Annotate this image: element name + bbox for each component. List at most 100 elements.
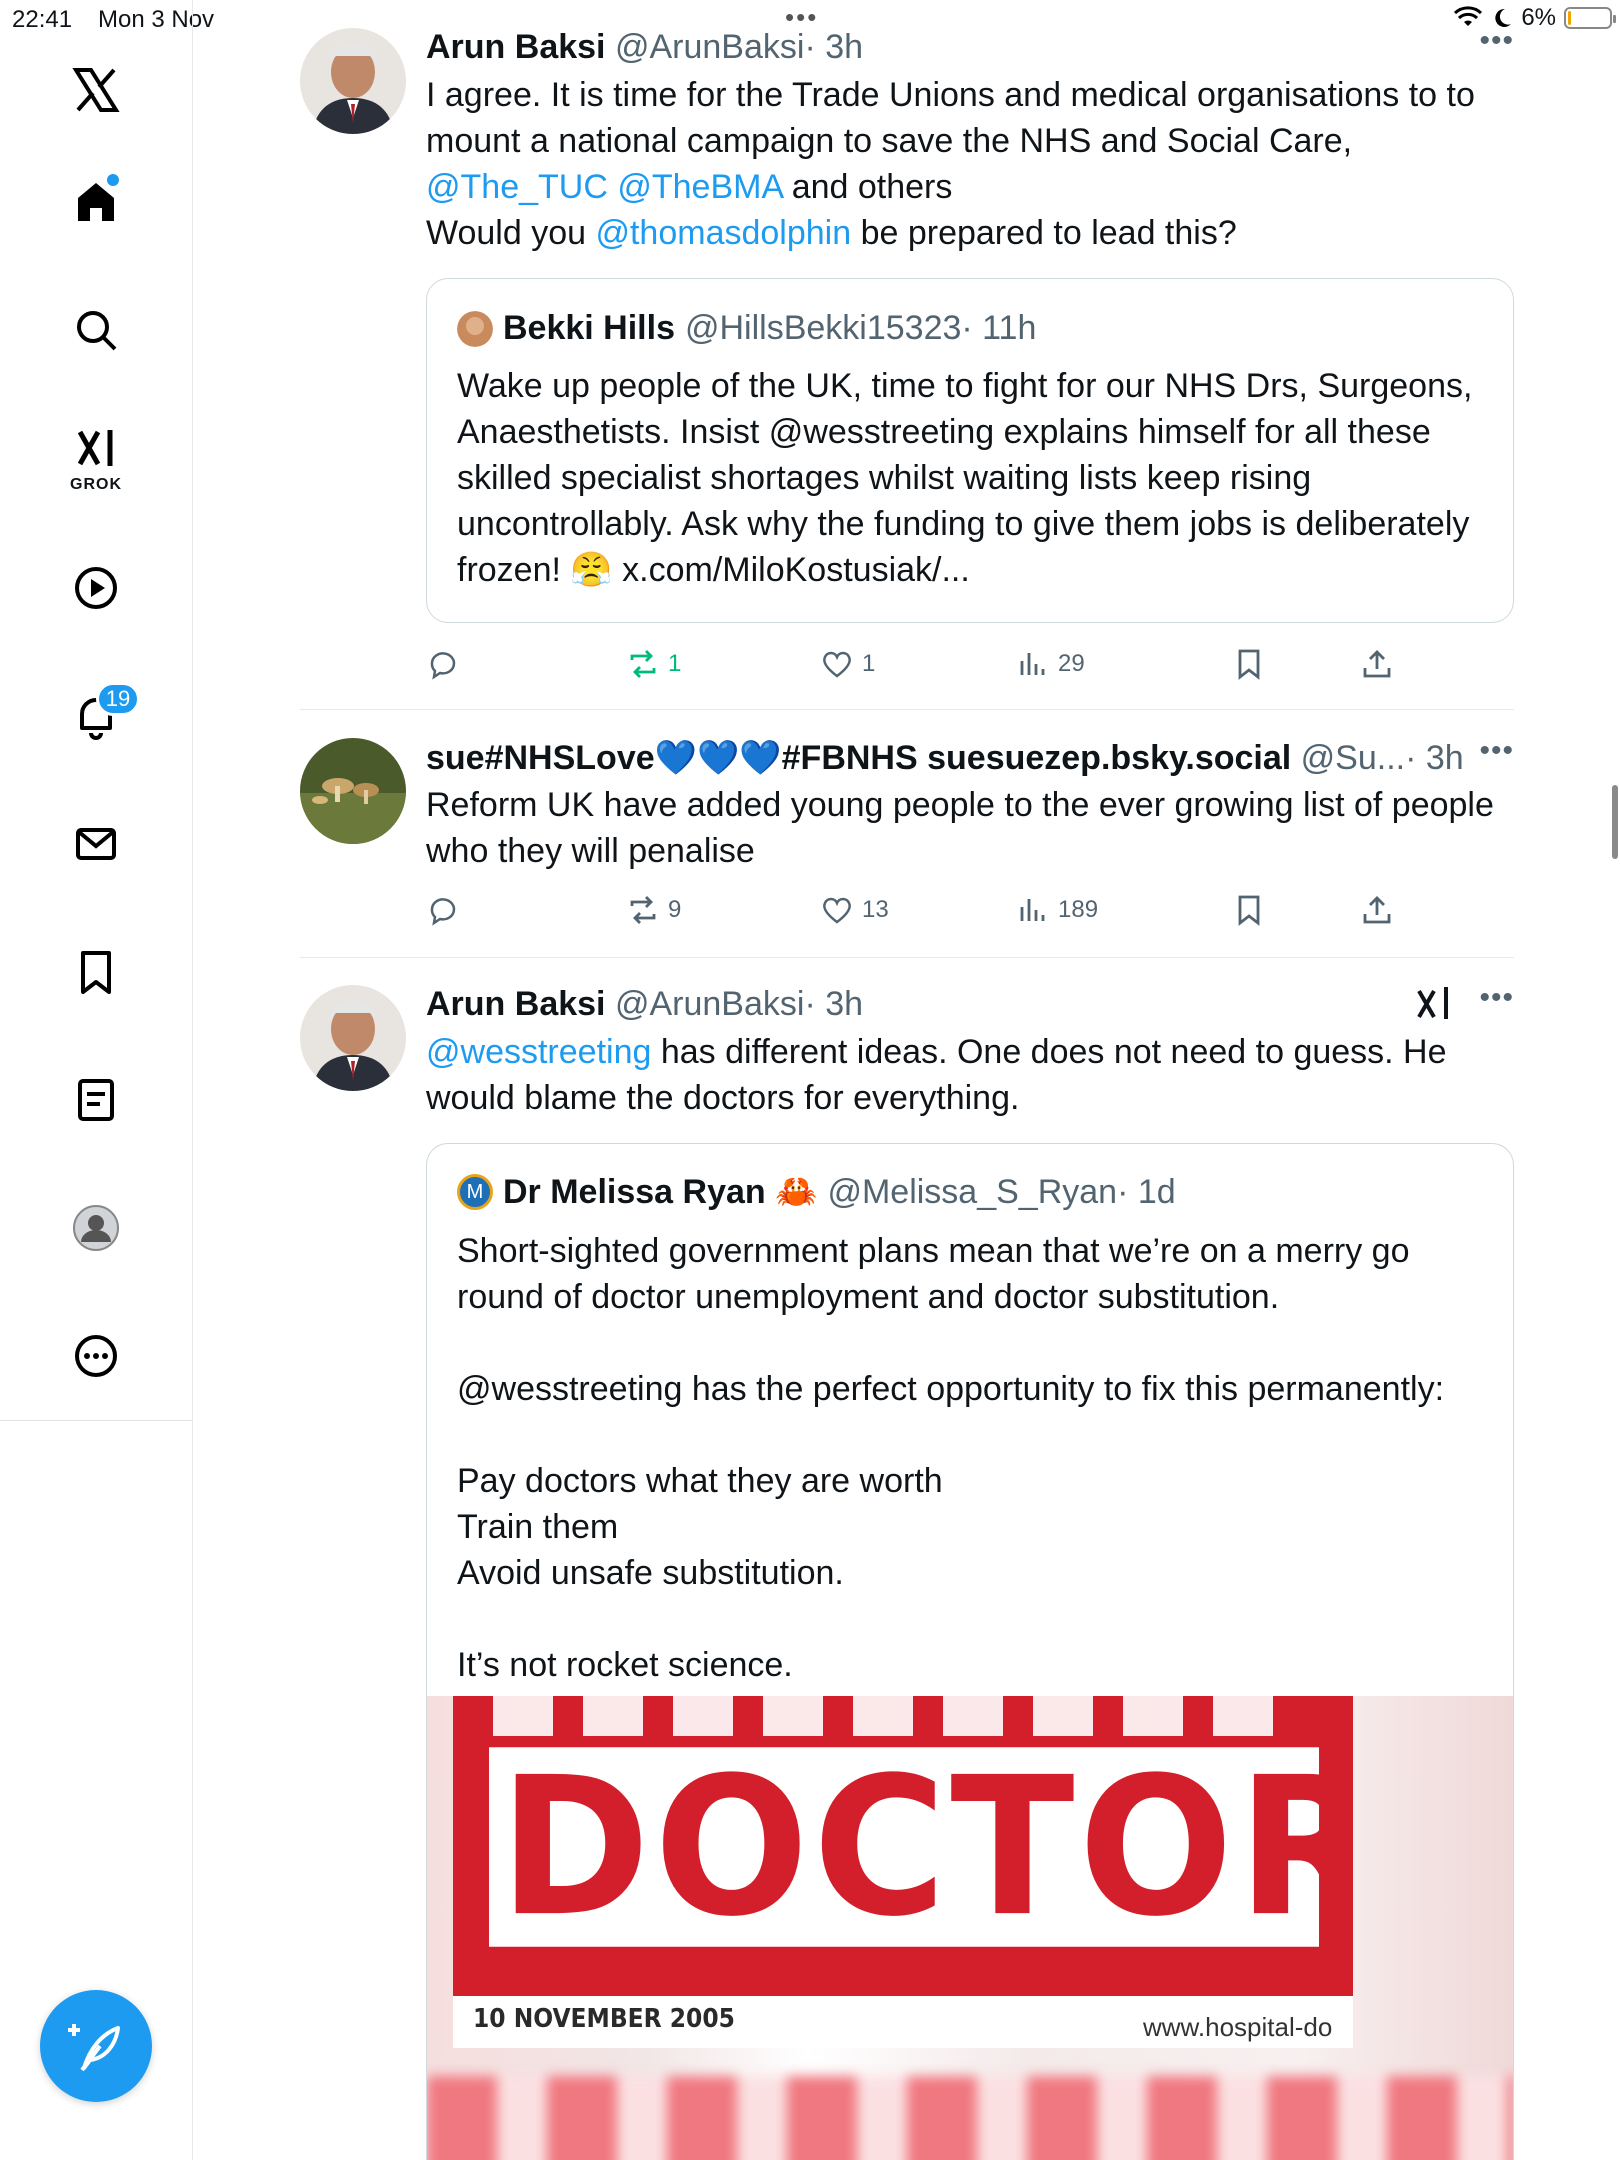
repost-icon bbox=[630, 650, 656, 678]
text-segment: Would you bbox=[426, 214, 596, 252]
view-count: 29 bbox=[1058, 650, 1085, 677]
battery-icon bbox=[1564, 7, 1616, 29]
blurred-image-edge bbox=[427, 2076, 1513, 2160]
quote-media-image[interactable]: DOCTOR 10 NOVEMBER 2005 www.hospital-do bbox=[427, 1696, 1513, 2160]
author-name[interactable]: Arun Baksi bbox=[426, 28, 606, 66]
avatar[interactable] bbox=[300, 985, 406, 1091]
like-count: 1 bbox=[862, 650, 876, 677]
tweet-header: Arun Baksi @ArunBaksi· 3h bbox=[426, 985, 863, 1024]
quoted-tweet[interactable]: M Dr Melissa Ryan 🦀 @Melissa_S_Ryan · 1d … bbox=[426, 1143, 1514, 2160]
quote-time: · 11h bbox=[961, 309, 1037, 347]
quote-author-name: Bekki Hills bbox=[503, 309, 675, 347]
quote-header: M Dr Melissa Ryan 🦀 @Melissa_S_Ryan · 1d bbox=[457, 1172, 1176, 1212]
tweet-time[interactable]: · 3h bbox=[804, 28, 863, 66]
nav-explore[interactable] bbox=[56, 290, 136, 370]
bookmark-icon bbox=[81, 951, 111, 994]
nav-more[interactable] bbox=[56, 1316, 136, 1396]
text-segment: I agree. It is time for the Trade Unions… bbox=[426, 76, 1475, 160]
more-options-icon[interactable]: ••• bbox=[1479, 734, 1514, 768]
compose-button[interactable] bbox=[40, 1990, 152, 2102]
view-count: 189 bbox=[1058, 896, 1099, 923]
mention-link[interactable]: @thomasdolphin bbox=[595, 214, 851, 252]
avatar-photo bbox=[300, 28, 406, 134]
views-button[interactable]: 189 bbox=[1016, 888, 1098, 932]
nav-video[interactable] bbox=[56, 548, 136, 628]
newspaper-date: 10 NOVEMBER 2005 bbox=[473, 2004, 735, 2034]
like-button[interactable]: 13 bbox=[820, 888, 889, 932]
tweet-time[interactable]: · 3h bbox=[804, 985, 863, 1023]
quote-text: Wake up people of the UK, time to fight … bbox=[457, 367, 1473, 589]
share-button[interactable] bbox=[1360, 642, 1394, 686]
nav-home[interactable] bbox=[56, 162, 136, 242]
bookmark-icon bbox=[1238, 895, 1260, 926]
avatar-photo bbox=[300, 738, 406, 844]
newspaper-headline: DOCTOR bbox=[489, 1747, 1319, 1947]
scrollbar-thumb[interactable] bbox=[1612, 785, 1618, 859]
tweet-divider bbox=[300, 957, 1514, 958]
nav-messages[interactable] bbox=[56, 804, 136, 884]
author-handle[interactable]: @Su... bbox=[1301, 739, 1405, 777]
author-handle[interactable]: @ArunBaksi bbox=[615, 28, 804, 66]
tweet-divider bbox=[300, 709, 1514, 710]
grok-explain-icon[interactable] bbox=[1414, 983, 1454, 1023]
repost-count: 1 bbox=[668, 650, 682, 677]
heart-icon bbox=[823, 651, 851, 678]
bookmark-button[interactable] bbox=[1232, 888, 1266, 932]
grok-icon bbox=[77, 430, 113, 466]
author-name[interactable]: Arun Baksi bbox=[426, 985, 606, 1023]
repost-button[interactable]: 1 bbox=[626, 642, 681, 686]
play-icon bbox=[75, 567, 117, 609]
text-segment: be prepared to lead this? bbox=[851, 214, 1237, 252]
text-segment bbox=[608, 168, 617, 206]
share-button[interactable] bbox=[1360, 888, 1394, 932]
views-button[interactable]: 29 bbox=[1016, 642, 1085, 686]
tweet-text: I agree. It is time for the Trade Unions… bbox=[426, 72, 1496, 256]
author-handle[interactable]: @ArunBaksi bbox=[615, 985, 804, 1023]
mention-link[interactable]: @The_TUC bbox=[426, 168, 608, 206]
battery-percent: 6% bbox=[1521, 4, 1556, 31]
nav-bookmarks[interactable] bbox=[56, 932, 136, 1012]
tweet-text: Reform UK have added young people to the… bbox=[426, 786, 1494, 870]
views-icon bbox=[1020, 653, 1045, 675]
avatar[interactable] bbox=[300, 28, 406, 134]
like-button[interactable]: 1 bbox=[820, 642, 875, 686]
reply-button[interactable] bbox=[426, 888, 468, 932]
author-name[interactable]: sue#NHSLove💙💙💙#FBNHS suesuezep.bsky.soci… bbox=[426, 739, 1291, 777]
home-unread-dot bbox=[107, 174, 119, 186]
tweet-header: Arun Baksi @ArunBaksi· 3h bbox=[426, 28, 863, 67]
tweet-time[interactable]: · 3h bbox=[1405, 739, 1464, 777]
tweet[interactable]: Arun Baksi @ArunBaksi· 3h ••• I agree. I… bbox=[300, 24, 1514, 708]
compose-feather-icon bbox=[68, 2024, 120, 2072]
reply-button[interactable] bbox=[426, 642, 468, 686]
nav-profile[interactable] bbox=[56, 1188, 136, 1268]
share-icon bbox=[1363, 896, 1391, 924]
quote-text: Short-sighted government plans mean that… bbox=[457, 1232, 1445, 1684]
quote-time: · 1d bbox=[1117, 1172, 1176, 1211]
reply-icon bbox=[430, 898, 456, 926]
list-icon bbox=[78, 1079, 114, 1121]
quoted-tweet[interactable]: Bekki Hills @HillsBekki15323 · 11h Wake u… bbox=[426, 278, 1514, 623]
x-logo-icon[interactable] bbox=[56, 50, 136, 130]
mention-link[interactable]: @TheBMA bbox=[617, 168, 782, 206]
more-options-icon[interactable]: ••• bbox=[1479, 981, 1514, 1015]
bookmark-button[interactable] bbox=[1232, 642, 1266, 686]
mention-link[interactable]: @wesstreeting bbox=[426, 1033, 651, 1071]
notifications-badge: 19 bbox=[96, 682, 140, 716]
nav-lists[interactable] bbox=[56, 1060, 136, 1140]
quote-header: Bekki Hills @HillsBekki15323 · 11h bbox=[457, 309, 1036, 348]
profile-avatar-icon bbox=[73, 1205, 119, 1251]
quote-avatar bbox=[457, 310, 493, 347]
views-icon bbox=[1020, 899, 1045, 921]
quote-avatar: M bbox=[457, 1174, 493, 1210]
repost-button[interactable]: 9 bbox=[626, 888, 681, 932]
grok-label: GROK bbox=[70, 476, 122, 493]
avatar[interactable] bbox=[300, 738, 406, 844]
more-options-icon[interactable]: ••• bbox=[1479, 24, 1514, 58]
masthead-red-band: DOCTOR bbox=[453, 1696, 1353, 1996]
tweet-text: @wesstreeting has different ideas. One d… bbox=[426, 1029, 1496, 1121]
newspaper-url: www.hospital-do bbox=[1143, 2012, 1333, 2042]
tweet[interactable]: sue#NHSLove💙💙💙#FBNHS suesuezep.bsky.soci… bbox=[300, 734, 1514, 938]
search-icon bbox=[77, 311, 117, 351]
tweet[interactable]: Arun Baksi @ArunBaksi· 3h ••• @wesstreet… bbox=[300, 981, 1514, 2160]
heart-icon bbox=[823, 897, 851, 924]
